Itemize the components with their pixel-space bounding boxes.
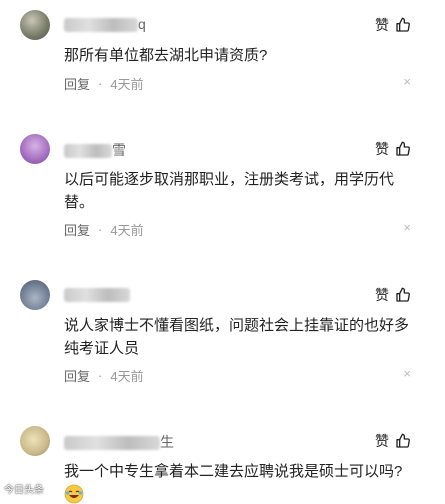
like-button[interactable]: 赞 [375,285,411,305]
comment-meta: 回复 · 4天前 [64,74,144,93]
blurred-name [64,436,160,451]
timestamp: 4天前 [110,369,144,384]
blurred-name [64,288,130,303]
meta-dot: · [98,368,103,383]
thumbs-up-icon [396,287,410,302]
close-icon[interactable]: × [403,74,411,89]
like-button[interactable]: 赞 [375,15,411,35]
name-visible-part: 雪 [112,142,126,158]
blurred-name [64,144,112,159]
like-label: 赞 [375,433,389,449]
reply-button[interactable]: 回复 [64,74,90,93]
comment-meta: 回复 · 4天前 [64,366,144,385]
avatar[interactable] [20,134,50,164]
timestamp: 4天前 [110,223,144,238]
comment-item: 雪 赞 以后可能逐步取消那职业，注册类考试，用学历代替。 回复 · 4天前 × [0,134,445,254]
comment-item: 赞 说人家博士不懂看图纸，问题社会上挂靠证的也好多纯考证人员 回复 · 4天前 … [0,280,445,400]
commenter-name[interactable] [64,286,130,303]
comment-text: 我一个中专生拿着本二建去应聘说我是硕士可以吗? [64,463,403,480]
comment-item: q 赞 那所有单位都去湖北申请资质? 回复 · 4天前 × [0,10,445,110]
thumbs-up-icon [396,141,410,156]
like-button[interactable]: 赞 [375,139,411,159]
laughing-emoji-icon [64,484,84,504]
meta-dot: · [98,76,103,91]
blurred-name [64,18,138,33]
avatar[interactable] [20,426,50,456]
like-label: 赞 [375,141,389,157]
like-button[interactable]: 赞 [375,431,411,451]
comment-meta: 回复 · 4天前 [64,220,144,239]
like-label: 赞 [375,287,389,303]
close-icon[interactable]: × [403,366,411,381]
meta-dot: · [98,222,103,237]
commenter-name[interactable]: 生 [64,432,174,452]
reply-button[interactable]: 回复 [64,220,90,239]
avatar[interactable] [20,280,50,310]
reply-button[interactable]: 回复 [64,366,90,385]
timestamp: 4天前 [110,77,144,92]
like-label: 赞 [375,17,389,33]
name-visible-part: q [138,16,146,32]
comment-text: 以后可能逐步取消那职业，注册类考试，用学历代替。 [64,171,395,211]
comment-text: 那所有单位都去湖北申请资质? [64,47,268,64]
avatar[interactable] [20,10,50,40]
thumbs-up-icon [396,17,410,32]
thumbs-up-icon [396,433,410,448]
commenter-name[interactable]: 雪 [64,140,126,160]
comment-text: 说人家博士不懂看图纸，问题社会上挂靠证的也好多纯考证人员 [64,317,410,357]
watermark: 今日头条 [4,485,44,496]
close-icon[interactable]: × [403,220,411,235]
comment-item: 生 赞 我一个中专生拿着本二建去应聘说我是硕士可以吗? [0,426,445,504]
commenter-name[interactable]: q [64,16,146,33]
name-visible-part: 生 [160,434,174,450]
